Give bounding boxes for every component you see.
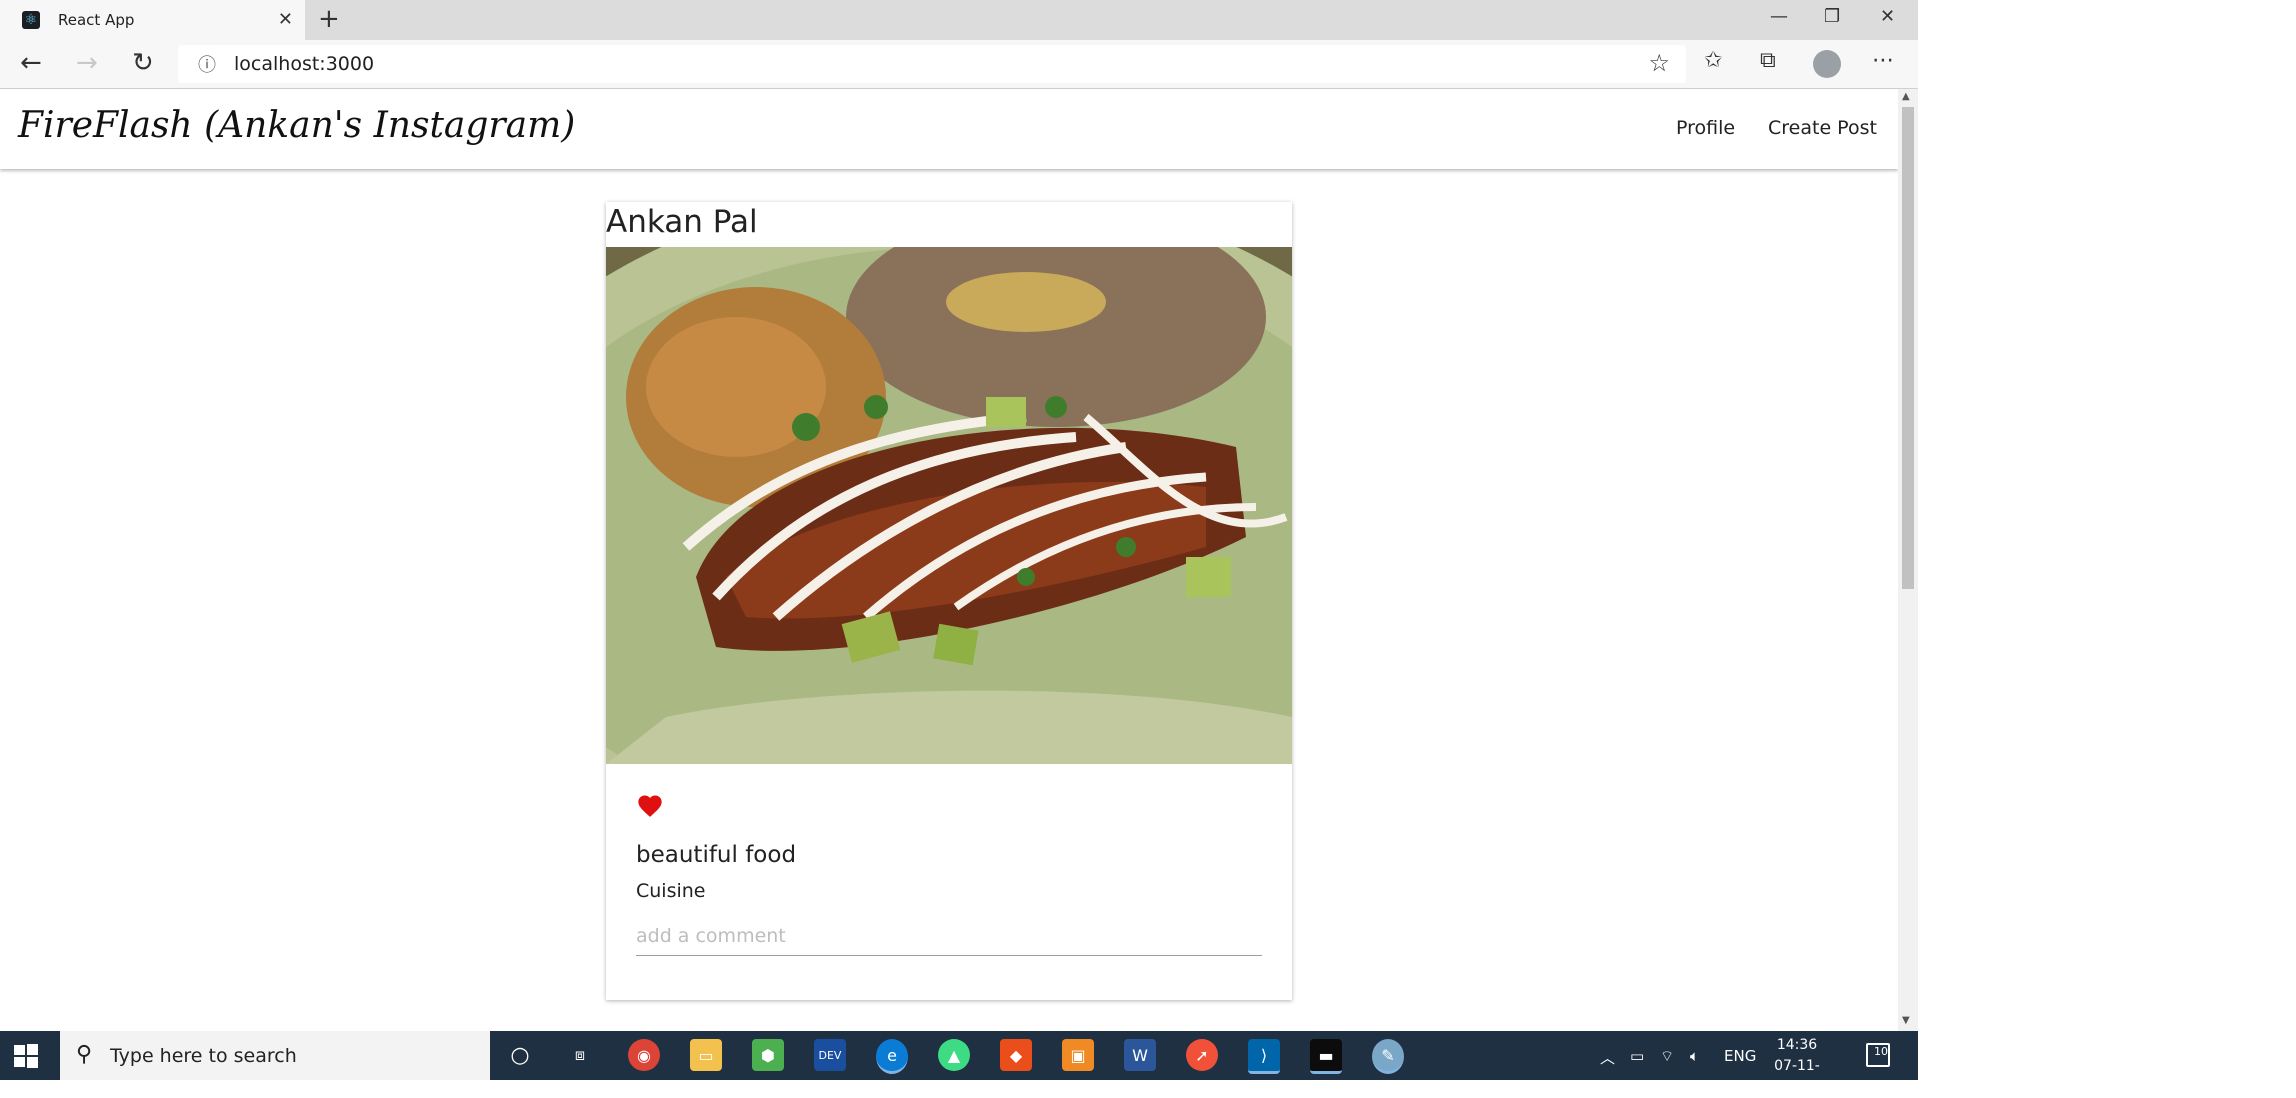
- collections-icon[interactable]: ⧉: [1760, 48, 1776, 73]
- compass-icon[interactable]: ➚: [1186, 1039, 1218, 1071]
- windows-start-icon[interactable]: [14, 1044, 38, 1068]
- post-image: [606, 247, 1292, 764]
- app-navbar: FireFlash (Ankan's Instagram) Profile Cr…: [0, 89, 1898, 169]
- edge-icon[interactable]: e: [876, 1039, 908, 1074]
- cortana-icon[interactable]: ○: [504, 1039, 536, 1071]
- node-icon[interactable]: ⬢: [752, 1039, 784, 1071]
- new-tab-button[interactable]: +: [318, 4, 340, 34]
- refresh-button[interactable]: ↻: [132, 48, 154, 78]
- browser-toolbar: ← → ↻ ⓘ localhost:3000 ☆ ✩ ⧉ ⋯: [0, 40, 1918, 89]
- brand-logo[interactable]: FireFlash (Ankan's Instagram): [18, 105, 575, 146]
- taskbar-search-box[interactable]: ⚲ Type here to search: [60, 1031, 490, 1080]
- task-view-icon[interactable]: ⧈: [564, 1039, 596, 1071]
- browser-tab[interactable]: ⚛ React App ✕: [0, 0, 305, 40]
- page-scrollbar[interactable]: ▲ ▼: [1898, 89, 1918, 1031]
- minimize-button[interactable]: —: [1770, 6, 1788, 27]
- vscode-icon[interactable]: ⟩: [1248, 1039, 1280, 1074]
- nav-create-post-link[interactable]: Create Post: [1768, 117, 1877, 139]
- info-icon[interactable]: ⓘ: [198, 51, 216, 77]
- heart-icon[interactable]: [636, 792, 664, 820]
- taskbar-clock[interactable]: 14:36 07-11-2020: [1762, 1035, 1832, 1098]
- restore-button[interactable]: ❐: [1824, 6, 1840, 27]
- android-studio-icon[interactable]: ▲: [938, 1039, 970, 1071]
- close-window-button[interactable]: ✕: [1880, 6, 1895, 27]
- notification-count: 10: [1874, 1045, 1888, 1058]
- close-tab-icon[interactable]: ✕: [278, 9, 293, 30]
- language-indicator[interactable]: ENG: [1724, 1047, 1756, 1065]
- post-card: Ankan Pal beautiful food Cuisine add a c…: [606, 202, 1292, 1000]
- profile-avatar[interactable]: [1813, 50, 1841, 78]
- wifi-icon[interactable]: ⌔: [1660, 1047, 1674, 1066]
- scroll-up-icon[interactable]: ▲: [1902, 91, 1910, 102]
- search-icon: ⚲: [76, 1042, 93, 1067]
- scroll-down-icon[interactable]: ▼: [1902, 1015, 1910, 1026]
- more-options-icon[interactable]: ⋯: [1872, 48, 1894, 73]
- git-kraken-icon[interactable]: ◆: [1000, 1039, 1032, 1071]
- nav-profile-link[interactable]: Profile: [1676, 117, 1735, 139]
- comment-input[interactable]: [636, 917, 1262, 956]
- react-favicon-icon: ⚛: [22, 11, 40, 29]
- post-title: beautiful food: [636, 842, 797, 868]
- battery-icon[interactable]: ▭: [1630, 1047, 1644, 1065]
- tab-title: React App: [58, 11, 135, 29]
- back-button[interactable]: ←: [20, 48, 42, 78]
- file-explorer-icon[interactable]: ▭: [690, 1039, 722, 1071]
- word-icon[interactable]: W: [1124, 1039, 1156, 1071]
- windows-taskbar: ⚲ Type here to search ○ ⧈ ◉ ▭ ⬢ DEV e ▲ …: [0, 1031, 1918, 1095]
- post-body: Cuisine: [636, 880, 706, 902]
- clock-time: 14:36: [1776, 1037, 1818, 1053]
- tray-chevron-icon[interactable]: ︿: [1600, 1047, 1615, 1068]
- volume-icon[interactable]: 🔈︎: [1690, 1047, 1699, 1065]
- notification-center-icon[interactable]: 10: [1866, 1043, 1890, 1067]
- forward-button[interactable]: →: [76, 48, 98, 78]
- taskbar-search-placeholder: Type here to search: [110, 1045, 297, 1067]
- clock-date: 07-11-2020: [1774, 1058, 1820, 1095]
- chrome-icon[interactable]: ◉: [628, 1039, 660, 1071]
- favorites-icon[interactable]: ✩: [1704, 48, 1722, 73]
- terminal-icon[interactable]: ▬: [1310, 1039, 1342, 1074]
- postman-icon[interactable]: ▣: [1062, 1039, 1094, 1071]
- url-text: localhost:3000: [234, 53, 375, 75]
- favorite-star-icon[interactable]: ☆: [1648, 49, 1670, 77]
- scroll-thumb[interactable]: [1902, 107, 1914, 589]
- browser-tab-bar: ⚛ React App ✕ + — ❐ ✕: [0, 0, 1918, 40]
- dev-cpp-icon[interactable]: DEV: [814, 1039, 846, 1071]
- paint-icon[interactable]: ✎: [1372, 1039, 1404, 1074]
- address-bar[interactable]: ⓘ localhost:3000 ☆: [178, 45, 1686, 83]
- post-author[interactable]: Ankan Pal: [606, 202, 758, 240]
